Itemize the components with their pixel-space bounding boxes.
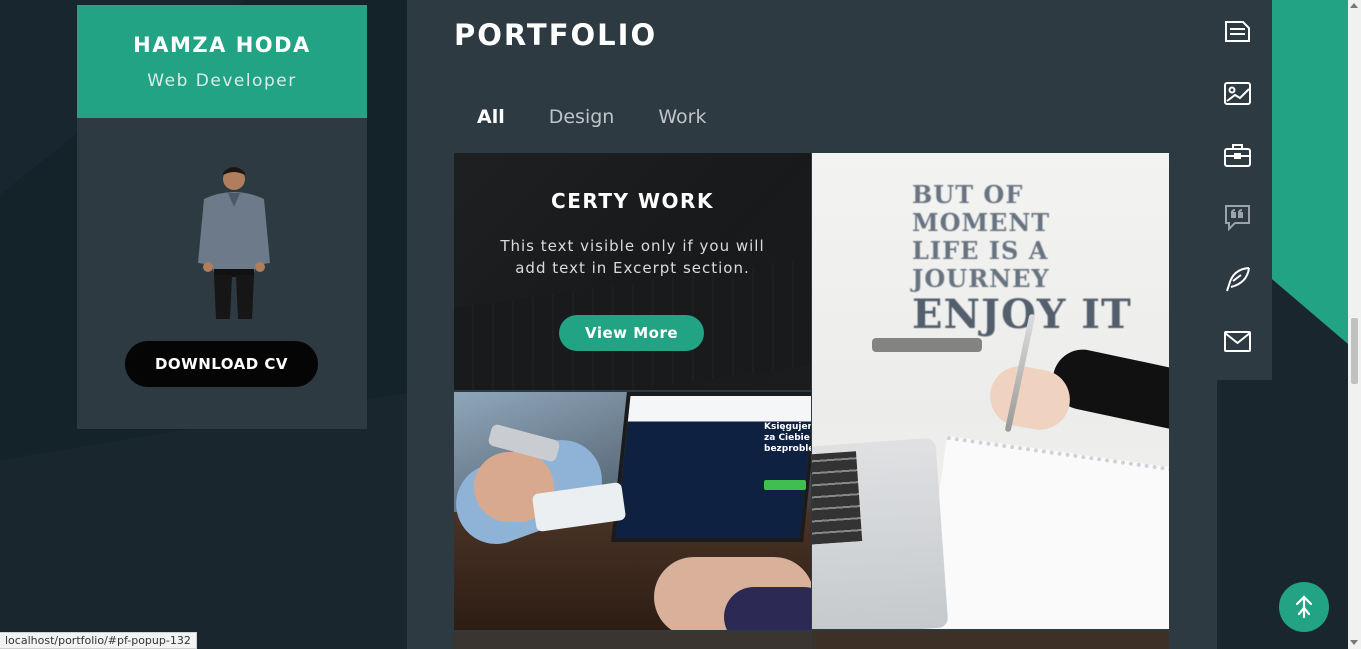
portfolio-image-icon[interactable] (1223, 79, 1252, 108)
portfolio-item-partial[interactable] (454, 632, 811, 649)
arrow-up-icon (1295, 595, 1313, 619)
portfolio-item-writing[interactable]: BUT OF MOMENT LIFE IS A JOURNEY ENJOY IT (812, 153, 1169, 629)
portfolio-item-title: CERTY WORK (551, 189, 714, 213)
filter-tab-design[interactable]: Design (549, 106, 615, 128)
profile-role: Web Developer (147, 70, 297, 91)
screen-headline: Księgujemy za Ciebie bezproblemowo (764, 422, 811, 454)
phone-image (872, 338, 982, 352)
poster-line-3: ENJOY IT (912, 291, 1132, 338)
poster-line-1: BUT OF MOMENT (912, 180, 1051, 237)
portfolio-item-certy-work[interactable]: CERTY WORK This text visible only if you… (454, 153, 811, 390)
filter-tabs: All Design Work (477, 106, 750, 128)
briefcase-icon[interactable] (1223, 141, 1252, 170)
profile-header: HAMZA HODA Web Developer (77, 5, 367, 118)
page-title: PORTFOLIO (454, 18, 658, 52)
scroll-up-icon[interactable] (1350, 3, 1358, 8)
filter-tab-work[interactable]: Work (658, 106, 706, 128)
filter-tab-all[interactable]: All (477, 106, 505, 128)
download-cv-button[interactable]: DOWNLOAD CV (125, 341, 318, 387)
main-panel: PORTFOLIO All Design Work CERTY WORK Thi… (407, 0, 1217, 649)
scroll-thumb[interactable] (1351, 318, 1358, 384)
profile-name: HAMZA HODA (133, 32, 311, 57)
portfolio-item-accounting[interactable]: Księgujemy za Ciebie bezproblemowo (454, 392, 811, 630)
avatar (192, 163, 276, 319)
resume-icon[interactable] (1223, 17, 1252, 46)
laptop-image (812, 437, 949, 629)
scroll-down-icon[interactable] (1350, 640, 1358, 645)
right-nav (1203, 0, 1272, 380)
accent-strip (1272, 0, 1348, 344)
portfolio-item-partial[interactable] (812, 631, 1169, 649)
profile-card: HAMZA HODA Web Developer DOWNLOAD CV (77, 5, 367, 429)
notebook-image (919, 435, 1169, 629)
back-to-top-button[interactable] (1279, 582, 1329, 632)
poster-image: BUT OF MOMENT LIFE IS A JOURNEY ENJOY IT (912, 180, 1169, 337)
quote-icon[interactable] (1223, 203, 1252, 232)
status-bar-url: localhost/portfolio/#pf-popup-132 (0, 632, 197, 649)
screen-button-image (764, 480, 806, 490)
scrollbar[interactable] (1348, 0, 1361, 649)
laptop-screen-image (611, 392, 811, 542)
poster-line-2: LIFE IS A JOURNEY (912, 236, 1050, 293)
envelope-icon[interactable] (1223, 327, 1252, 356)
portfolio-item-excerpt: This text visible only if you will add t… (500, 237, 765, 277)
portfolio-grid: CERTY WORK This text visible only if you… (454, 153, 1169, 649)
view-more-button[interactable]: View More (559, 315, 704, 351)
sleeve-image (724, 587, 811, 630)
feather-icon[interactable] (1223, 265, 1252, 294)
